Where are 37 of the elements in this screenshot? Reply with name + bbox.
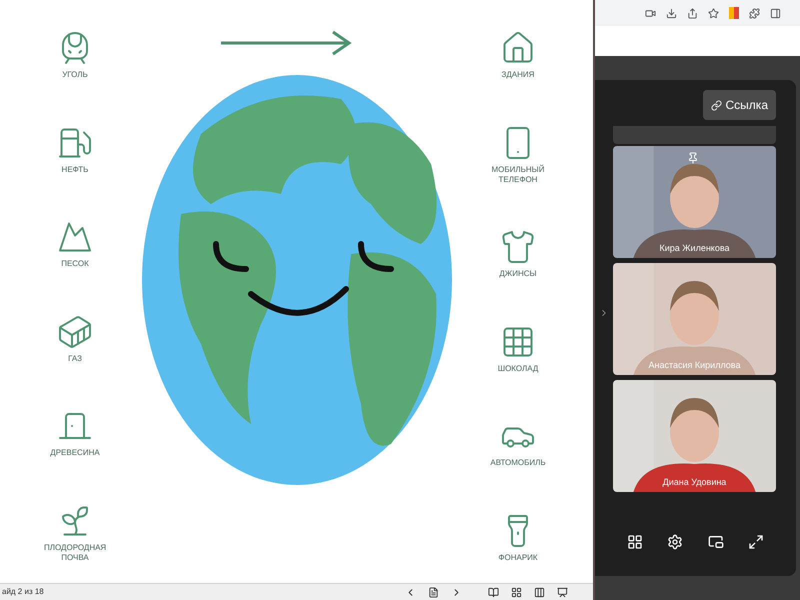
participant-name: Диана Удовина bbox=[662, 476, 728, 489]
item-label: МОБИЛЬНЫЙ ТЕЛЕФОН bbox=[490, 164, 546, 185]
item-label: АВТОМОБИЛЬ bbox=[490, 458, 546, 468]
expand-icon[interactable] bbox=[748, 534, 764, 550]
link-icon bbox=[710, 100, 722, 110]
extensions-icon[interactable] bbox=[749, 8, 760, 18]
participant-name: Кира Жиленкова bbox=[658, 242, 731, 255]
download-icon[interactable] bbox=[666, 8, 677, 18]
side-panel-icon[interactable] bbox=[770, 8, 781, 18]
star-icon[interactable] bbox=[708, 8, 719, 18]
notes-icon[interactable] bbox=[428, 586, 439, 598]
arrow-icon bbox=[220, 30, 352, 56]
item-label: ЗДАНИЯ bbox=[502, 70, 534, 80]
settings-icon[interactable] bbox=[667, 534, 684, 550]
layout-icon[interactable] bbox=[627, 534, 644, 550]
share-icon[interactable] bbox=[687, 8, 698, 18]
item-label: НЕФТЬ bbox=[62, 164, 88, 175]
item-label: ШОКОЛАД bbox=[498, 364, 538, 374]
slideshow-icon[interactable] bbox=[557, 586, 568, 598]
item-label: УГОЛЬ bbox=[62, 70, 88, 80]
normal-view-icon[interactable] bbox=[534, 586, 545, 598]
reading-view-icon[interactable] bbox=[488, 586, 499, 598]
container-icon bbox=[57, 314, 93, 350]
item-label: ПЕСОК bbox=[61, 259, 89, 270]
pin-icon[interactable] bbox=[687, 152, 699, 164]
shirt-icon bbox=[500, 229, 536, 266]
item-label: ГАЗ bbox=[68, 354, 82, 364]
participant-name: Анастасия Кириллова bbox=[647, 358, 742, 372]
link-button[interactable]: Ссылка bbox=[702, 90, 776, 120]
item-label: ДЖИНСЫ bbox=[499, 269, 537, 280]
item-label: ФОНАРИК bbox=[498, 552, 538, 563]
slide-counter: айд 2 из 18 bbox=[2, 586, 44, 598]
picture-in-picture-icon[interactable] bbox=[708, 534, 724, 550]
camera-icon[interactable] bbox=[645, 8, 656, 18]
item-label: ДРЕВЕСИНА bbox=[50, 448, 100, 458]
item-label: ПЛОДОРОДНАЯ ПОЧВА bbox=[44, 542, 106, 563]
sorter-icon[interactable] bbox=[511, 586, 522, 598]
